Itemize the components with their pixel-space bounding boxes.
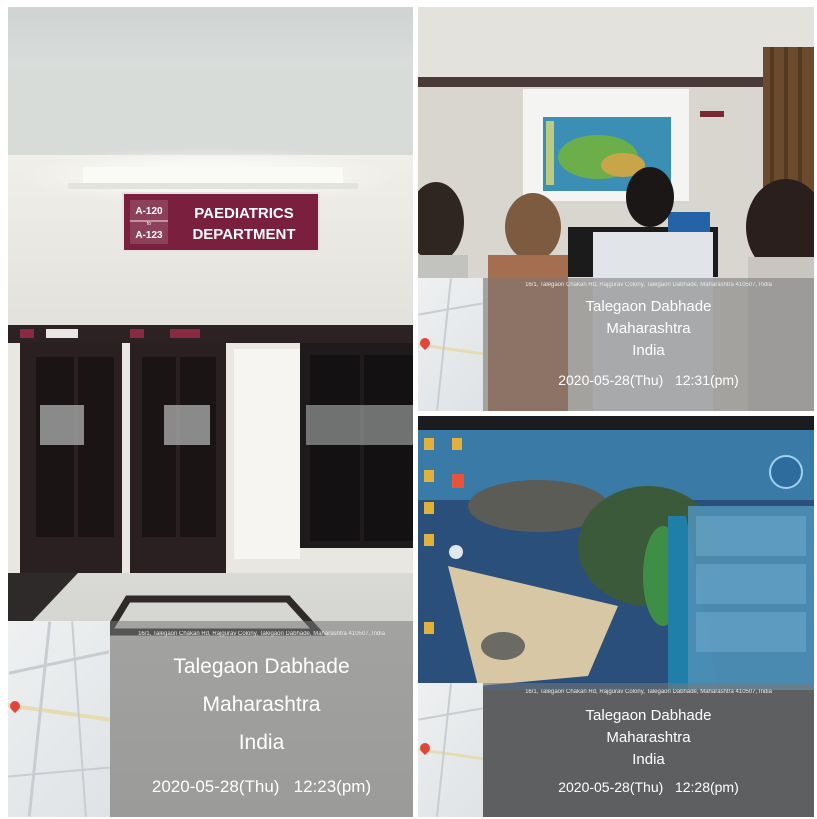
location-map	[8, 621, 110, 817]
stamp-state: Maharashtra	[202, 693, 321, 716]
photo-laptop-screen: 16/1, Talegaon Chakan Rd, Rajgurav Colon…	[418, 416, 814, 817]
stamp-city: Talegaon Dabhade	[585, 707, 712, 724]
stamp-address: 16/1, Talegaon Chakan Rd, Rajgurav Colon…	[138, 631, 385, 637]
stamp-city: Talegaon Dabhade	[585, 298, 712, 315]
stamp-datetime: 2020-05-28(Thu) 12:31(pm)	[558, 372, 739, 388]
map-pin-icon	[418, 335, 433, 351]
stamp-state: Maharashtra	[606, 320, 691, 337]
map-pin-icon	[418, 740, 433, 756]
stamp-city: Talegaon Dabhade	[173, 655, 350, 678]
stamp-country: India	[238, 731, 285, 754]
sign-line-1: PAEDIATRICS	[194, 205, 293, 222]
department-sign: A-120 to A-123 PAEDIATRICS DEPARTMENT	[122, 192, 320, 252]
sign-room-from: A-120	[135, 206, 163, 217]
map-pin-icon	[8, 698, 23, 714]
location-stamp: 16/1, Talegaon Chakan Rd, Rajgurav Colon…	[483, 683, 814, 817]
sign-room-to-word: to	[147, 221, 151, 227]
stamp-address: 16/1, Talegaon Chakan Rd, Rajgurav Colon…	[525, 282, 772, 288]
location-map	[418, 683, 483, 817]
stamp-state: Maharashtra	[606, 729, 691, 746]
stamp-datetime: 2020-05-28(Thu) 12:28(pm)	[558, 779, 739, 795]
location-stamp: 16/1, Talegaon Chakan Rd, Rajgurav Colon…	[110, 621, 413, 817]
location-stamp: 16/1, Talegaon Chakan Rd, Rajgurav Colon…	[483, 278, 814, 411]
photo-corridor: A-120 to A-123 PAEDIATRICS DEPARTMENT 16…	[8, 7, 413, 817]
location-map	[418, 278, 483, 411]
sign-room-to: A-123	[135, 230, 163, 241]
stamp-country: India	[632, 342, 665, 359]
sign-line-2: DEPARTMENT	[192, 226, 295, 243]
stamp-country: India	[632, 751, 665, 768]
stamp-datetime: 2020-05-28(Thu) 12:23(pm)	[151, 777, 372, 796]
stamp-address: 16/1, Talegaon Chakan Rd, Rajgurav Colon…	[525, 689, 772, 695]
photo-projector-room: 16/1, Talegaon Chakan Rd, Rajgurav Colon…	[418, 7, 814, 411]
